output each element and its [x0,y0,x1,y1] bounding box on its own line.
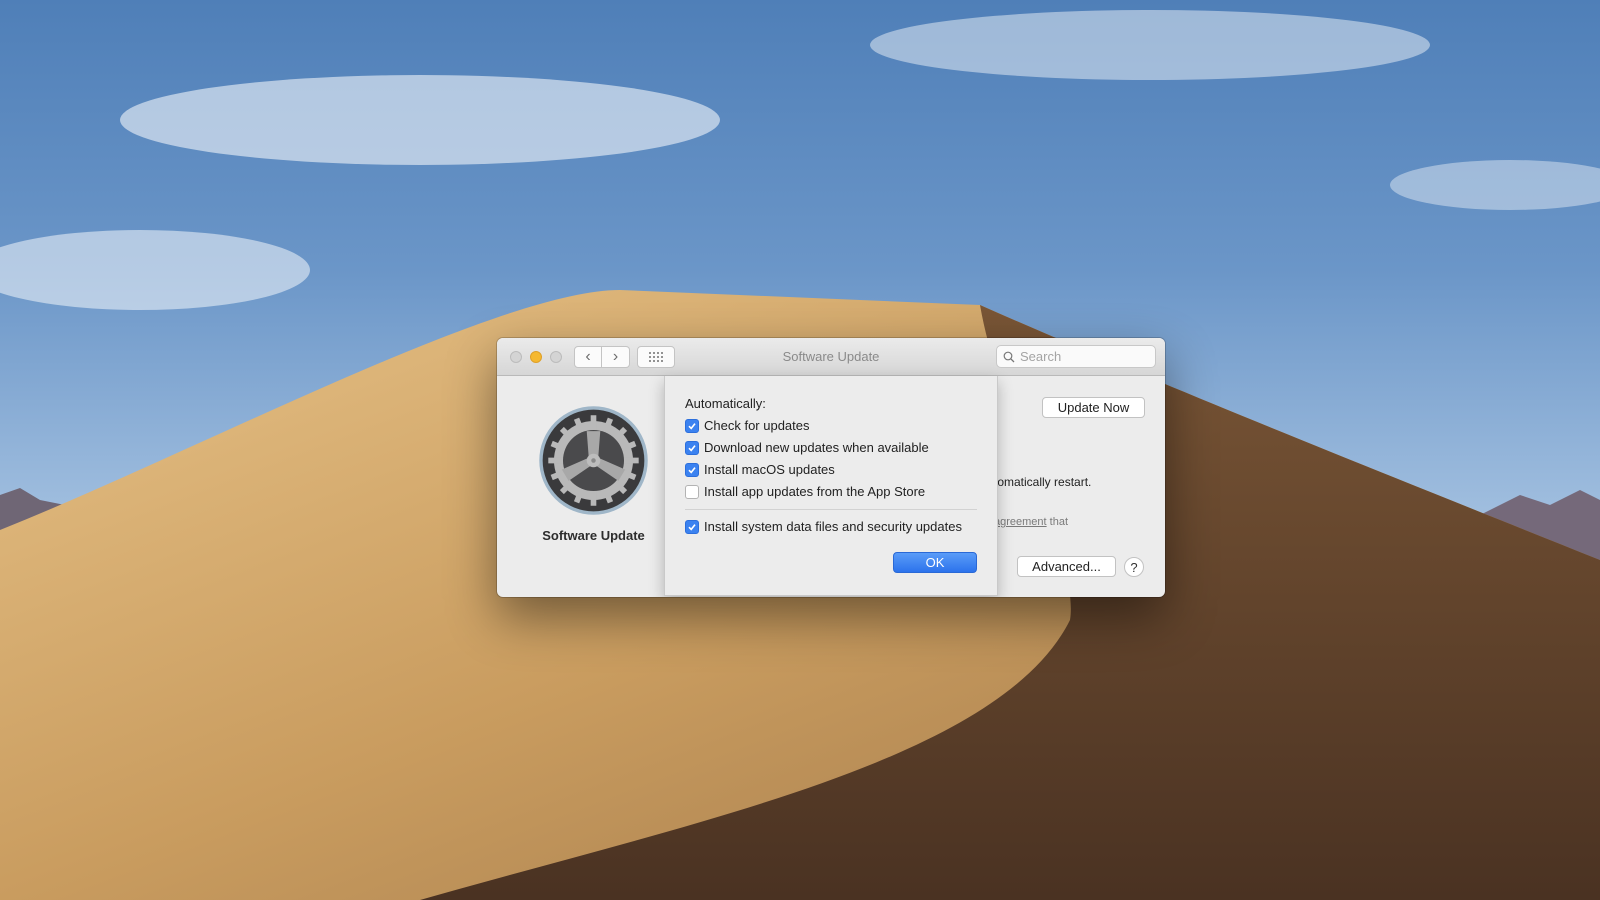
option-label: Install system data files and security u… [704,519,962,534]
update-now-button[interactable]: Update Now [1042,397,1145,418]
help-button[interactable]: ? [1124,557,1144,577]
checkmark-icon [688,466,696,474]
ok-button[interactable]: OK [893,552,977,573]
automatically-heading: Automatically: [685,396,766,411]
download-updates-option[interactable]: Download new updates when available [685,440,929,455]
restart-info-text: tomatically restart. [994,475,1092,489]
checkbox-unchecked[interactable] [685,484,699,499]
search-input[interactable] [1020,349,1150,364]
advanced-settings-sheet: Automatically: Check for updates Downloa… [664,376,998,596]
install-security-updates-option[interactable]: Install system data files and security u… [685,519,962,534]
option-label: Download new updates when available [704,440,929,455]
search-field[interactable] [996,345,1156,368]
check-for-updates-option[interactable]: Check for updates [685,418,810,433]
advanced-button[interactable]: Advanced... [1017,556,1116,577]
checkmark-icon [688,444,696,452]
checkbox-checked[interactable] [685,418,699,433]
checkbox-checked[interactable] [685,440,699,455]
software-update-gear-icon [539,406,648,515]
checkbox-checked[interactable] [685,462,699,477]
option-label: Install app updates from the App Store [704,484,926,499]
divider [685,509,977,510]
checkmark-icon [688,422,696,430]
pane-label: Software Update [542,528,645,543]
system-preferences-window: ‹ › Software Update Search Software Upda… [497,338,1165,597]
checkbox-checked[interactable] [685,519,699,534]
agreement-suffix: that [1046,516,1068,528]
checkmark-icon [688,523,696,531]
search-icon [1003,351,1015,362]
title-bar: ‹ › Software Update [497,338,1165,376]
install-macos-updates-option[interactable]: Install macOS updates [685,462,835,477]
agreement-link[interactable]: agreement [994,516,1047,528]
agreement-text: agreement that [994,516,1068,528]
option-label: Install macOS updates [704,462,835,477]
option-label: Check for updates [704,418,810,433]
install-app-store-updates-option[interactable]: Install app updates from the App Store [685,484,925,499]
